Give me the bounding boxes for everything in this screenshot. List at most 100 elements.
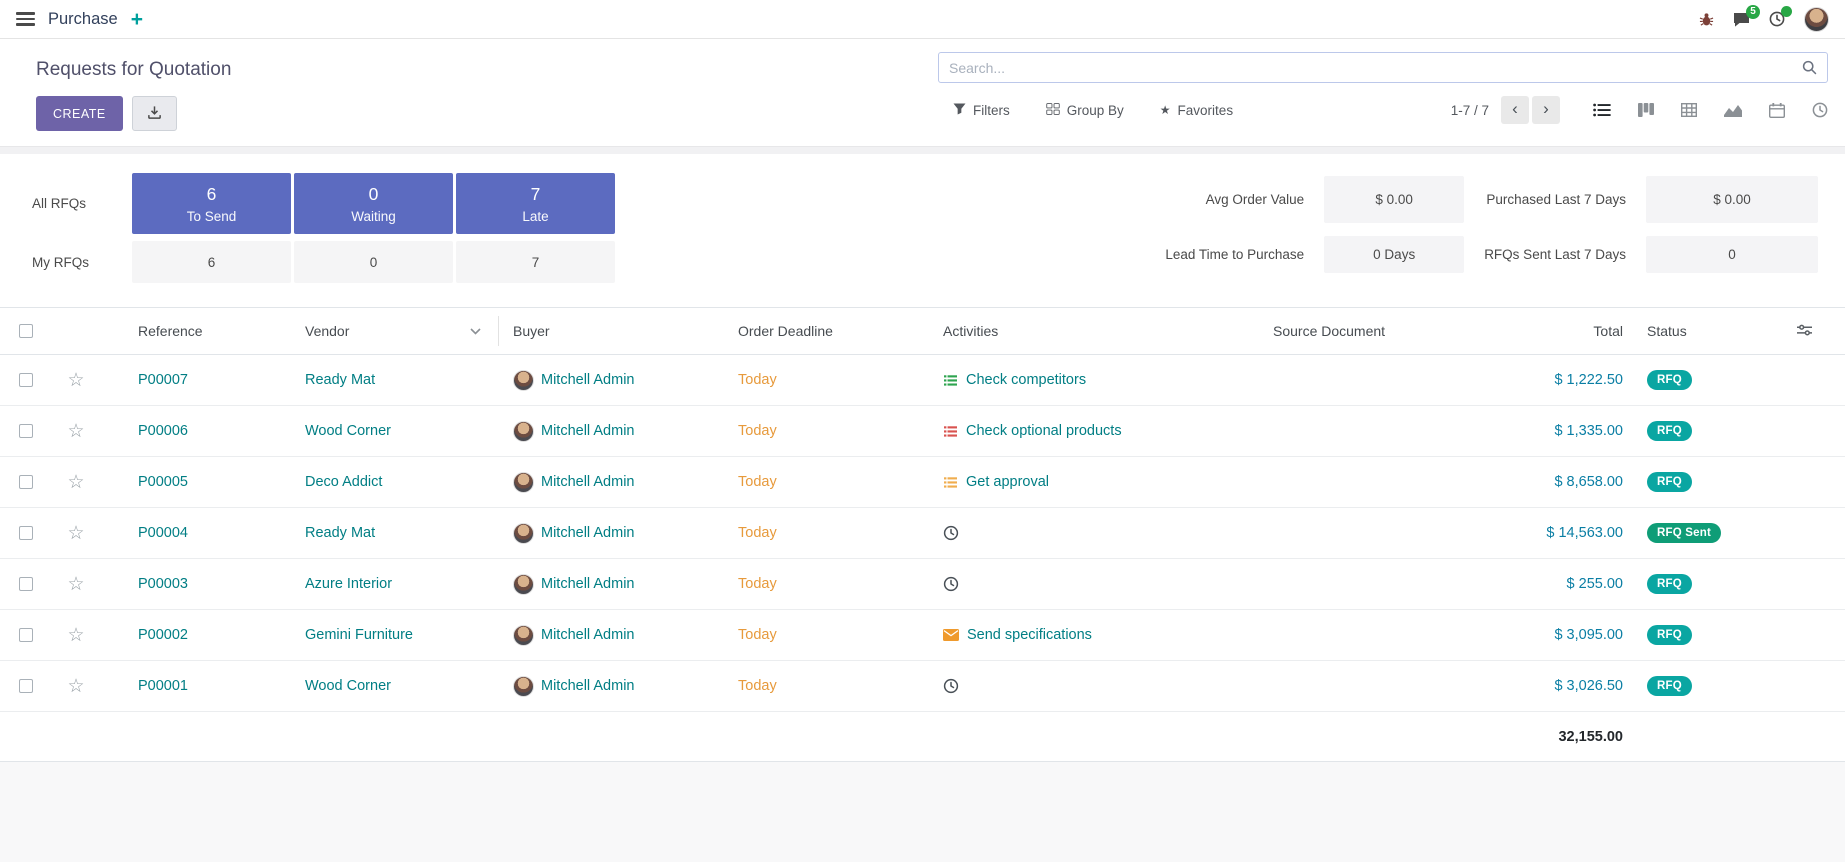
filters-button[interactable]: Filters xyxy=(953,103,1010,118)
column-header-reference[interactable]: Reference xyxy=(100,308,305,354)
table-row[interactable]: ☆ P00005 Deco Addict Mitchell Admin Toda… xyxy=(0,457,1845,508)
column-header-buyer[interactable]: Buyer xyxy=(513,308,738,354)
debug-bug-icon[interactable] xyxy=(1699,12,1714,27)
buyer-link[interactable]: Mitchell Admin xyxy=(541,423,634,439)
control-panel: Requests for Quotation CREATE xyxy=(0,39,1845,146)
pager-next-button[interactable]: › xyxy=(1532,96,1560,124)
search-input[interactable] xyxy=(949,60,1802,76)
my-to-send-value[interactable]: 6 xyxy=(132,241,291,283)
row-checkbox[interactable] xyxy=(19,628,33,642)
vendor-link[interactable]: Azure Interior xyxy=(305,576,392,592)
buyer-link[interactable]: Mitchell Admin xyxy=(541,474,634,490)
status-badge: RFQ xyxy=(1647,625,1692,645)
vendor-link[interactable]: Deco Addict xyxy=(305,474,382,490)
optional-columns-icon[interactable] xyxy=(1797,323,1812,339)
activity-mail-icon[interactable] xyxy=(943,629,959,641)
vendor-link[interactable]: Wood Corner xyxy=(305,678,391,694)
export-button[interactable] xyxy=(132,96,177,131)
favorite-star-icon[interactable]: ☆ xyxy=(67,626,84,645)
list-view-icon[interactable] xyxy=(1593,103,1611,117)
stat-label: Lead Time to Purchase xyxy=(1165,247,1304,262)
row-checkbox[interactable] xyxy=(19,424,33,438)
table-row[interactable]: ☆ P00004 Ready Mat Mitchell Admin Today … xyxy=(0,508,1845,559)
select-all-checkbox[interactable] xyxy=(19,324,33,338)
reference-link[interactable]: P00004 xyxy=(138,525,188,541)
buyer-link[interactable]: Mitchell Admin xyxy=(541,576,634,592)
activity-clock-icon[interactable] xyxy=(943,678,959,694)
activity-link[interactable]: Send specifications xyxy=(967,627,1092,643)
activity-link[interactable]: Check optional products xyxy=(966,423,1122,439)
favorite-star-icon[interactable]: ☆ xyxy=(67,473,84,492)
messages-icon[interactable]: 5 xyxy=(1733,12,1750,27)
table-footer-row: 32,155.00 xyxy=(0,712,1845,762)
apps-menu-icon[interactable] xyxy=(16,12,35,26)
app-name[interactable]: Purchase xyxy=(48,10,118,29)
table-row[interactable]: ☆ P00003 Azure Interior Mitchell Admin T… xyxy=(0,559,1845,610)
kpi-to-send-button[interactable]: 6 To Send xyxy=(132,173,291,234)
group-by-button[interactable]: Group By xyxy=(1046,103,1124,118)
table-row[interactable]: ☆ P00006 Wood Corner Mitchell Admin Toda… xyxy=(0,406,1845,457)
activity-list-icon[interactable] xyxy=(943,374,958,387)
row-checkbox[interactable] xyxy=(19,526,33,540)
buyer-link[interactable]: Mitchell Admin xyxy=(541,372,634,388)
activity-clock-icon[interactable] xyxy=(943,576,959,592)
activity-list-icon[interactable] xyxy=(943,425,958,438)
activity-list-icon[interactable] xyxy=(943,476,958,489)
row-checkbox[interactable] xyxy=(19,577,33,591)
vendor-link[interactable]: Wood Corner xyxy=(305,423,391,439)
favorite-star-icon[interactable]: ☆ xyxy=(67,677,84,696)
activity-link[interactable]: Check competitors xyxy=(966,372,1086,388)
column-header-status[interactable]: Status xyxy=(1623,308,1763,354)
table-row[interactable]: ☆ P00001 Wood Corner Mitchell Admin Toda… xyxy=(0,661,1845,712)
reference-link[interactable]: P00003 xyxy=(138,576,188,592)
favorite-star-icon[interactable]: ☆ xyxy=(67,575,84,594)
graph-view-icon[interactable] xyxy=(1724,103,1742,117)
buyer-link[interactable]: Mitchell Admin xyxy=(541,627,634,643)
favorites-button[interactable]: ★ Favorites xyxy=(1160,103,1233,118)
column-header-vendor[interactable]: Vendor xyxy=(305,308,513,354)
user-avatar[interactable] xyxy=(1804,7,1829,32)
vendor-link[interactable]: Ready Mat xyxy=(305,372,375,388)
row-checkbox[interactable] xyxy=(19,475,33,489)
reference-link[interactable]: P00006 xyxy=(138,423,188,439)
activity-view-icon[interactable] xyxy=(1812,102,1828,118)
buyer-link[interactable]: Mitchell Admin xyxy=(541,678,634,694)
buyer-avatar xyxy=(513,370,534,391)
activity-link[interactable]: Get approval xyxy=(966,474,1049,490)
all-rfqs-label: All RFQs xyxy=(32,196,129,211)
kanban-view-icon[interactable] xyxy=(1638,103,1654,117)
create-button[interactable]: CREATE xyxy=(36,96,123,131)
reference-link[interactable]: P00005 xyxy=(138,474,188,490)
column-header-total[interactable]: Total xyxy=(1523,308,1623,354)
column-header-deadline[interactable]: Order Deadline xyxy=(738,308,943,354)
favorite-star-icon[interactable]: ☆ xyxy=(67,524,84,543)
reference-link[interactable]: P00002 xyxy=(138,627,188,643)
favorite-star-icon[interactable]: ☆ xyxy=(67,422,84,441)
buyer-link[interactable]: Mitchell Admin xyxy=(541,525,634,541)
vendor-link[interactable]: Ready Mat xyxy=(305,525,375,541)
table-row[interactable]: ☆ P00002 Gemini Furniture Mitchell Admin… xyxy=(0,610,1845,661)
reference-link[interactable]: P00007 xyxy=(138,372,188,388)
my-late-value[interactable]: 7 xyxy=(456,241,615,283)
my-waiting-value[interactable]: 0 xyxy=(294,241,453,283)
row-checkbox[interactable] xyxy=(19,679,33,693)
pager-previous-button[interactable]: ‹ xyxy=(1501,96,1529,124)
calendar-view-icon[interactable] xyxy=(1769,103,1785,118)
pivot-view-icon[interactable] xyxy=(1681,103,1697,117)
kpi-waiting-button[interactable]: 0 Waiting xyxy=(294,173,453,234)
row-checkbox[interactable] xyxy=(19,373,33,387)
search-bar[interactable] xyxy=(938,52,1828,83)
activities-clock-icon[interactable] xyxy=(1769,11,1785,27)
column-header-activities[interactable]: Activities xyxy=(943,308,1273,354)
kpi-late-button[interactable]: 7 Late xyxy=(456,173,615,234)
messages-count-badge: 5 xyxy=(1746,5,1760,19)
column-header-source[interactable]: Source Document xyxy=(1273,308,1523,354)
vendor-link[interactable]: Gemini Furniture xyxy=(305,627,413,643)
table-row[interactable]: ☆ P00007 Ready Mat Mitchell Admin Today … xyxy=(0,355,1845,406)
search-icon[interactable] xyxy=(1802,60,1817,75)
activity-clock-icon[interactable] xyxy=(943,525,959,541)
stat-value: 0 xyxy=(1646,236,1818,273)
favorite-star-icon[interactable]: ☆ xyxy=(67,371,84,390)
plus-icon[interactable]: + xyxy=(131,9,143,30)
reference-link[interactable]: P00001 xyxy=(138,678,188,694)
